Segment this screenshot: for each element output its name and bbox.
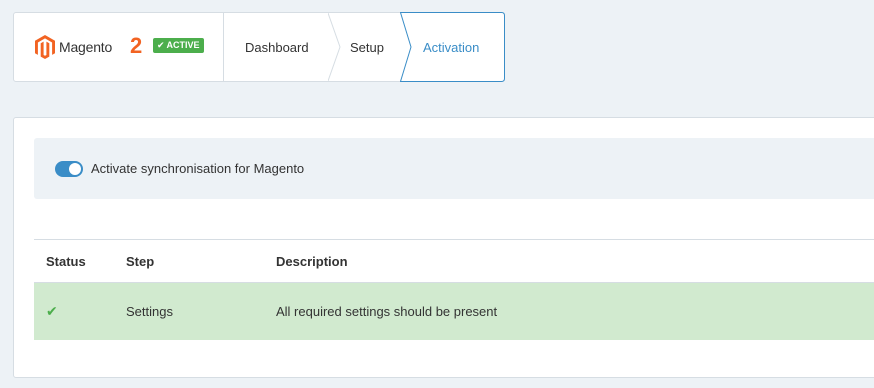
breadcrumb-setup[interactable]: Setup (350, 13, 384, 81)
status-badge: ✔ ACTIVE (153, 38, 204, 53)
step-cell: Settings (126, 304, 173, 319)
magento-logo-icon (35, 35, 55, 59)
brand: Magento 2 ✔ ACTIVE (14, 13, 223, 81)
sync-toggle[interactable] (55, 161, 83, 177)
column-header-status: Status (46, 254, 86, 269)
breadcrumb-label: Setup (350, 39, 384, 55)
breadcrumb-dashboard[interactable]: Dashboard (245, 13, 309, 81)
check-icon: ✔ (157, 40, 165, 50)
breadcrumb-label: Activation (423, 39, 480, 55)
breadcrumb-activation[interactable]: Activation (423, 13, 479, 81)
description-cell: All required settings should be present (276, 304, 498, 319)
column-header-step: Step (126, 254, 155, 269)
status-badge-label: ACTIVE (166, 40, 200, 50)
brand-version: 2 (130, 33, 143, 58)
brand-name: Magento (59, 39, 113, 55)
chevron-right-icon (328, 13, 341, 81)
activation-panel: Activate synchronisation for Magento Sta… (13, 117, 874, 378)
check-icon: ✔ (46, 303, 58, 319)
sync-label: Activate synchronisation for Magento (91, 161, 305, 176)
column-header-description: Description (276, 254, 348, 269)
activation-table: Status Step Description ✔ Settings All r… (34, 239, 874, 340)
table-header: Status Step Description (34, 240, 874, 283)
sync-settings-box: Activate synchronisation for Magento (34, 138, 874, 199)
divider (223, 13, 224, 81)
table-row: ✔ Settings All required settings should … (34, 283, 874, 340)
toggle-knob (69, 163, 81, 175)
breadcrumb-label: Dashboard (245, 39, 309, 55)
breadcrumb: Magento 2 ✔ ACTIVE Dashboard Setup Activ… (13, 12, 505, 82)
